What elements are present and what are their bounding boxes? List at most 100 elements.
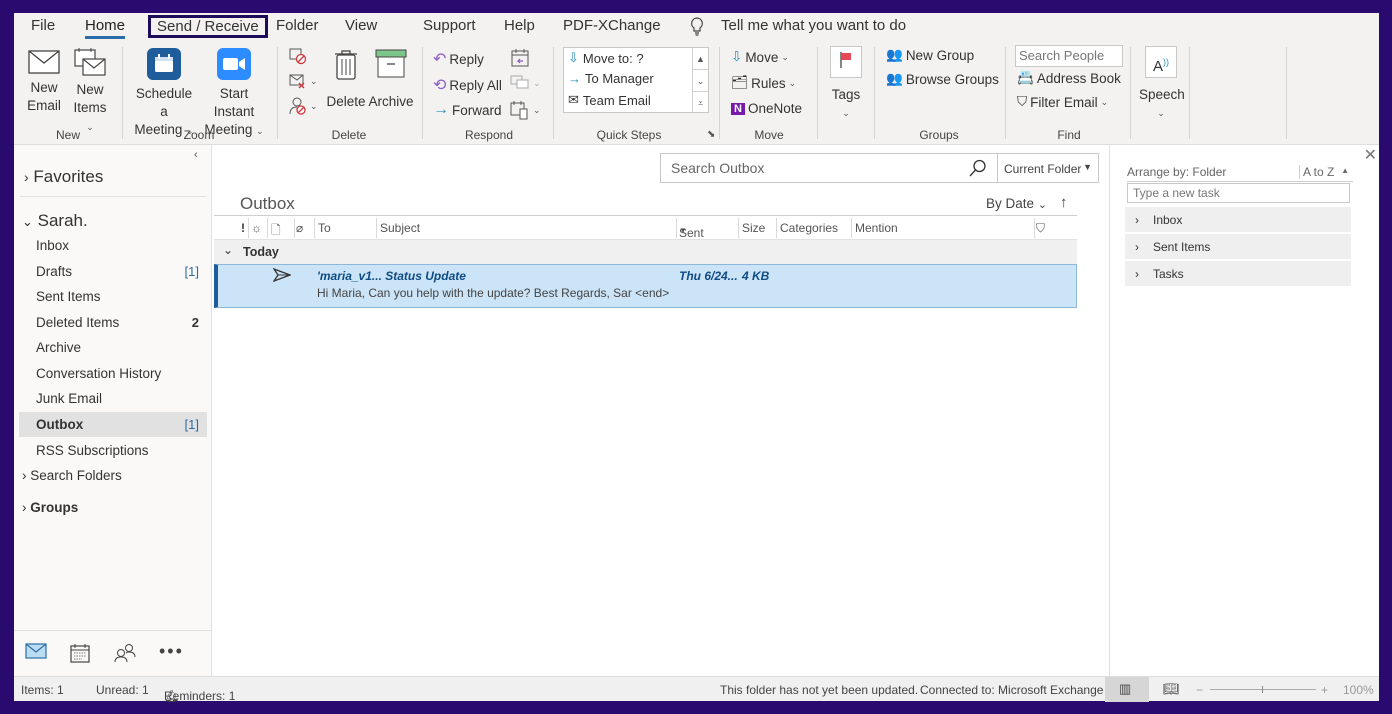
onenote-button[interactable]: N OneNote [731, 101, 802, 116]
meeting-reply-button[interactable] [510, 48, 530, 68]
quick-steps-gallery: ⇩ Move to: ? → To Manager ✉ Team Email ▲ ⌄ … [563, 47, 709, 113]
browse-groups-button[interactable]: 👥 Browse Groups [886, 71, 999, 87]
search-people-input[interactable]: Search People [1015, 45, 1123, 67]
search-outbox-input[interactable]: Search Outbox [660, 153, 998, 183]
tab-file[interactable]: File [31, 17, 55, 34]
zoom-slider-thumb[interactable] [1262, 686, 1263, 693]
message-subject: Status Update [385, 269, 466, 283]
scroll-up-icon[interactable]: ▲ [693, 48, 708, 70]
chevron-down-icon: ⌄ [533, 77, 541, 88]
ribbon-separator [1189, 47, 1190, 139]
folder-conversation-history[interactable]: Conversation History [19, 361, 207, 386]
dialog-launcher-icon[interactable]: ⬊ [707, 129, 715, 140]
folder-archive[interactable]: Archive [19, 335, 207, 360]
column-subject[interactable]: Subject [380, 221, 420, 235]
todo-folder-tasks[interactable]: › Tasks [1125, 261, 1351, 287]
chevron-right-icon: › [1135, 240, 1139, 254]
schedule-meeting-button[interactable]: Schedule a Meeting ⌄ [131, 47, 197, 140]
new-email-button[interactable]: New Email [26, 49, 62, 115]
zoom-slider[interactable] [1210, 686, 1316, 693]
cleanup-icon [289, 74, 305, 89]
zoom-level[interactable]: 100% [1343, 683, 1374, 697]
arrange-by-header[interactable]: Arrange by: Folder A to Z ▲ [1127, 165, 1353, 182]
sort-up-icon[interactable]: ▲ [1341, 166, 1349, 175]
tab-folder[interactable]: Folder [276, 17, 319, 34]
mail-icon[interactable] [25, 643, 47, 664]
more-apps-icon[interactable]: ••• [159, 641, 184, 662]
todo-folder-sent-items[interactable]: › Sent Items [1125, 234, 1351, 260]
new-items-button[interactable]: New Items ⌄ [68, 47, 112, 136]
speech-button[interactable]: A)) Speech ⌄ [1139, 46, 1185, 122]
tab-support[interactable]: Support [423, 17, 476, 34]
attachment-column-icon[interactable]: ⌀ [296, 221, 303, 235]
column-categories[interactable]: Categories [780, 221, 838, 235]
quick-step-team-email[interactable]: ✉ Team Email [568, 92, 651, 108]
group-header-today[interactable]: ⌄ Today [214, 240, 1077, 264]
zoom-in-button[interactable]: + [1321, 683, 1328, 697]
sort-by-dropdown[interactable]: By Date ⌄ [986, 196, 1047, 211]
account-header[interactable]: ⌄ Sarah. [22, 211, 88, 231]
tab-pdf-xchange[interactable]: PDF-XChange [563, 17, 661, 34]
cleanup-button[interactable]: ⌄ [289, 72, 318, 90]
junk-button[interactable]: ⌄ [289, 97, 318, 115]
sort-indicator-icon: ▼ [679, 226, 687, 235]
delete-button[interactable]: Delete [326, 49, 366, 111]
groups-header[interactable]: › Groups [22, 500, 78, 515]
tab-home[interactable]: Home [85, 17, 126, 39]
ignore-button[interactable] [289, 47, 307, 65]
search-folders[interactable]: › Search Folders [22, 468, 122, 483]
zoom-out-button[interactable]: − [1196, 683, 1203, 697]
collapse-pane-icon[interactable]: ‹ [194, 149, 198, 161]
folder-outbox[interactable]: Outbox [1] [19, 412, 207, 437]
quick-step-to-manager[interactable]: → To Manager [568, 71, 654, 86]
new-task-input[interactable]: Type a new task [1127, 183, 1350, 203]
more-respond-button[interactable]: ⌄ [510, 100, 541, 120]
forward-button[interactable]: → Forward [433, 101, 502, 119]
importance-column-icon[interactable]: ! [241, 221, 245, 235]
move-button[interactable]: ⇩ Move ⌄ [731, 49, 789, 65]
people-icon[interactable] [114, 643, 136, 668]
column-to[interactable]: To [318, 221, 331, 235]
folder-deleted-items[interactable]: Deleted Items 2 [19, 310, 207, 335]
folder-inbox[interactable]: Inbox [19, 233, 207, 258]
expand-gallery-icon[interactable]: ⩡ [693, 92, 708, 114]
message-row[interactable]: 'maria_v1... Status Update Thu 6/24... 4… [214, 264, 1077, 308]
onenote-icon: N [731, 102, 745, 115]
normal-view-button[interactable]: ▥ [1105, 677, 1149, 702]
tab-send-receive[interactable]: Send / Receive [148, 15, 268, 38]
favorites-header[interactable]: › Favorites [24, 167, 103, 187]
folder-drafts[interactable]: Drafts [1] [19, 259, 207, 284]
column-mention[interactable]: Mention [855, 221, 898, 235]
close-icon[interactable]: ✕ [1364, 145, 1377, 165]
sort-order[interactable]: A to Z [1299, 165, 1334, 179]
calendar-icon[interactable] [70, 643, 90, 668]
tags-button[interactable]: Tags ⌄ [829, 46, 863, 122]
search-scope-dropdown[interactable]: Current Folder ▼ [997, 153, 1099, 183]
archive-button[interactable]: Archive [368, 49, 414, 111]
folder-rss-subscriptions[interactable]: RSS Subscriptions [19, 438, 207, 463]
reading-view-button[interactable]: 📖︎ [1149, 677, 1193, 702]
im-reply-button[interactable]: ⌄ [510, 74, 541, 92]
scroll-down-icon[interactable]: ⌄ [693, 70, 708, 92]
folder-junk-email[interactable]: Junk Email [19, 386, 207, 411]
new-group-button[interactable]: 👥 New Group [886, 47, 974, 63]
filter-column-icon[interactable]: ⛉ [1036, 221, 1045, 236]
tell-me-search[interactable]: Tell me what you want to do [721, 17, 906, 34]
folder-sent-items[interactable]: Sent Items [19, 284, 207, 309]
reply-button[interactable]: ↶ Reply [433, 49, 484, 69]
quick-step-move-to[interactable]: ⇩ Move to: ? [568, 50, 644, 66]
search-icon[interactable] [969, 159, 987, 177]
sort-direction-icon[interactable]: ↑ [1060, 194, 1068, 211]
rules-button[interactable]: 🗂 Rules ⌄ [731, 75, 796, 91]
todo-folder-inbox[interactable]: › Inbox [1125, 207, 1351, 233]
column-size[interactable]: Size [742, 221, 765, 235]
quick-steps-scrollbar[interactable]: ▲ ⌄ ⩡ [692, 48, 708, 112]
address-book-button[interactable]: 📇 Address Book [1017, 70, 1121, 86]
tab-view[interactable]: View [345, 17, 377, 34]
tab-help[interactable]: Help [504, 17, 535, 34]
start-instant-meeting-button[interactable]: Start Instant Meeting ⌄ [198, 47, 270, 140]
filter-email-button[interactable]: ⛉ Filter Email ⌄ [1017, 94, 1108, 110]
icon-column-icon[interactable]: 🗋 [271, 221, 281, 242]
reply-all-button[interactable]: ⟲ Reply All [433, 75, 502, 95]
reminder-column-icon[interactable]: ☼ [251, 221, 262, 235]
